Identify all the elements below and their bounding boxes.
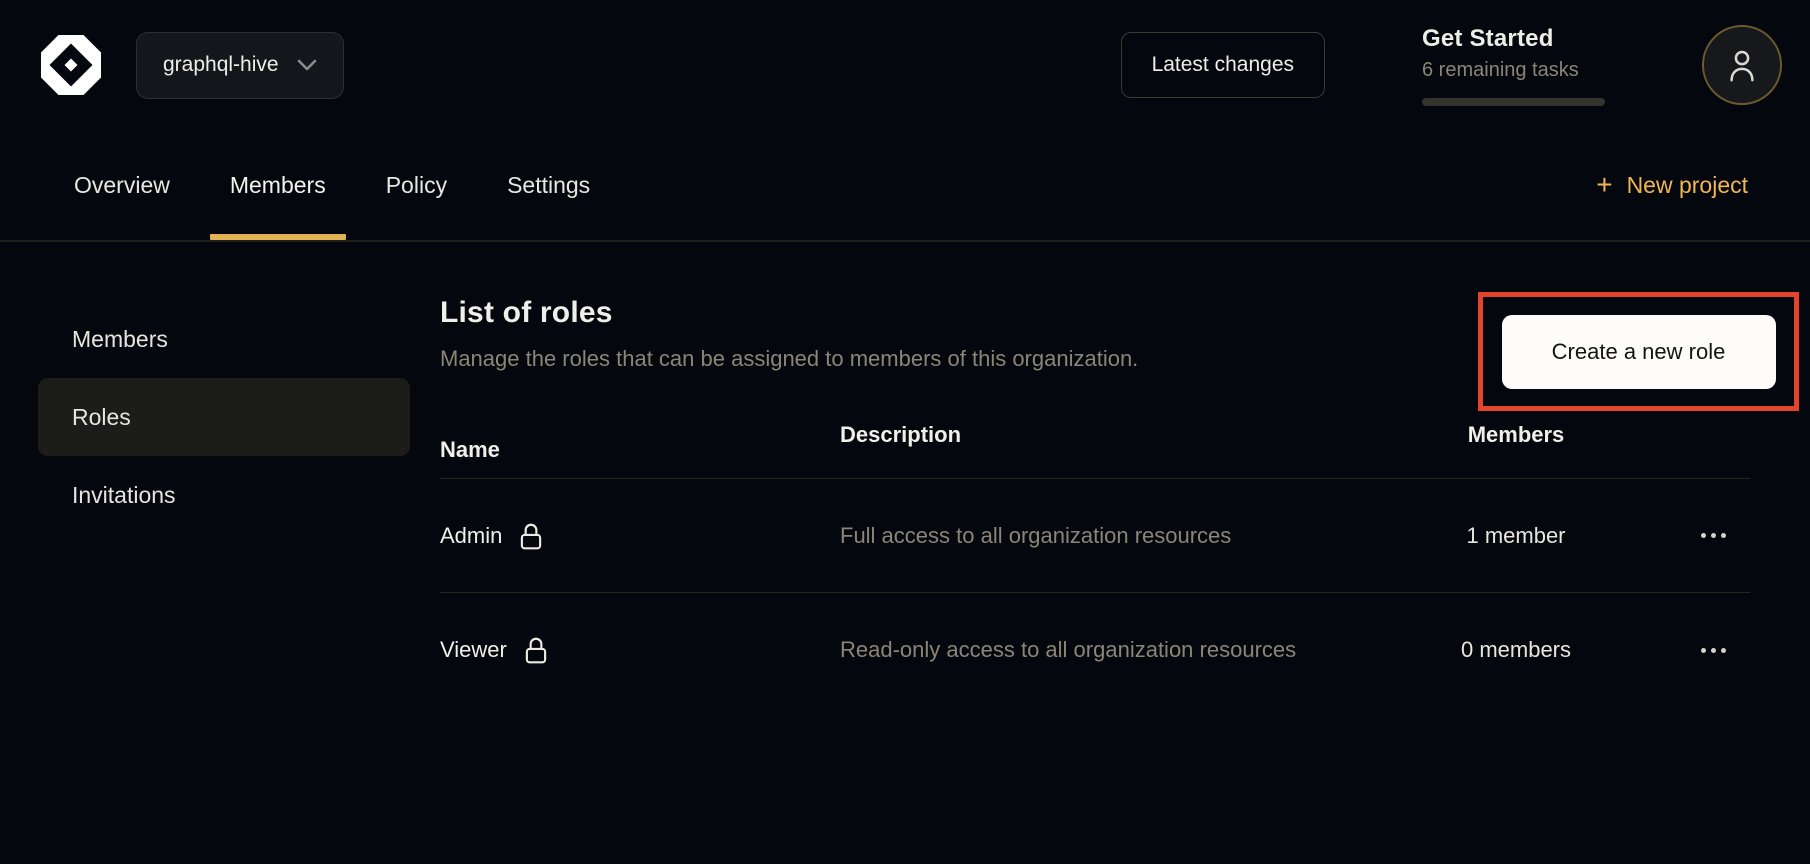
lock-icon bbox=[518, 521, 544, 551]
row-actions-ellipsis-icon[interactable] bbox=[1691, 523, 1736, 548]
create-new-role-button[interactable]: Create a new role bbox=[1502, 315, 1776, 389]
get-started-title: Get Started bbox=[1422, 25, 1607, 53]
tab-members[interactable]: Members bbox=[226, 130, 330, 240]
sidebar-item-members[interactable]: Members bbox=[38, 300, 410, 378]
sidebar-item-label: Roles bbox=[72, 404, 131, 431]
get-started-remaining-tasks: 6 remaining tasks bbox=[1422, 59, 1607, 82]
tab-policy[interactable]: Policy bbox=[382, 130, 451, 240]
table-header-row: Name Description Members bbox=[440, 422, 1750, 479]
role-members-cell: 0 members bbox=[1400, 637, 1632, 663]
get-started-progress-bar bbox=[1422, 98, 1605, 106]
app-root: graphql-hive Latest changes Get Started … bbox=[0, 0, 1810, 864]
role-description: Full access to all organization resource… bbox=[840, 517, 1330, 554]
content-area: Members Roles Invitations List of roles … bbox=[0, 242, 1810, 864]
column-header-actions bbox=[1632, 422, 1750, 478]
org-selector-label: graphql-hive bbox=[163, 53, 279, 77]
dot bbox=[1711, 648, 1716, 653]
role-description-cell: Full access to all organization resource… bbox=[840, 517, 1400, 554]
dot bbox=[1701, 533, 1706, 538]
column-header-members: Members bbox=[1400, 422, 1632, 478]
table-row-admin: Admin Full access to all organization re… bbox=[440, 479, 1750, 593]
dot bbox=[1701, 648, 1706, 653]
role-description-cell: Read-only access to all organization res… bbox=[840, 631, 1400, 668]
role-description: Read-only access to all organization res… bbox=[840, 631, 1330, 668]
dot bbox=[1721, 648, 1726, 653]
hive-logo-icon[interactable] bbox=[38, 32, 104, 98]
dot bbox=[1721, 533, 1726, 538]
sidebar-item-label: Members bbox=[72, 326, 168, 353]
lock-icon bbox=[523, 635, 549, 665]
new-project-link[interactable]: + New project bbox=[1596, 130, 1748, 240]
tab-bar: Overview Members Policy Settings + New p… bbox=[0, 130, 1810, 242]
table-row-viewer: Viewer Read-only access to all organizat… bbox=[440, 593, 1750, 707]
latest-changes-button[interactable]: Latest changes bbox=[1121, 32, 1325, 98]
role-name: Admin bbox=[440, 523, 502, 549]
top-bar-right: Latest changes Get Started 6 remaining t… bbox=[1121, 25, 1782, 106]
dot bbox=[1711, 533, 1716, 538]
role-actions-cell bbox=[1632, 523, 1750, 548]
get-started-widget[interactable]: Get Started 6 remaining tasks bbox=[1422, 25, 1607, 106]
tab-list: Overview Members Policy Settings bbox=[70, 130, 594, 240]
role-actions-cell bbox=[1632, 638, 1750, 663]
role-name-cell: Viewer bbox=[440, 635, 840, 665]
avatar-button[interactable] bbox=[1702, 25, 1782, 105]
sidebar-item-invitations[interactable]: Invitations bbox=[38, 456, 410, 534]
org-selector-button[interactable]: graphql-hive bbox=[136, 32, 344, 99]
sidebar: Members Roles Invitations bbox=[0, 242, 440, 864]
column-header-description: Description bbox=[840, 422, 1400, 478]
role-name: Viewer bbox=[440, 637, 507, 663]
sidebar-item-roles[interactable]: Roles bbox=[38, 378, 410, 456]
sidebar-item-label: Invitations bbox=[72, 482, 176, 509]
person-icon bbox=[1725, 47, 1759, 83]
row-actions-ellipsis-icon[interactable] bbox=[1691, 638, 1736, 663]
new-project-label: New project bbox=[1627, 172, 1748, 199]
chevron-down-icon bbox=[297, 59, 317, 71]
top-bar-left: graphql-hive bbox=[38, 32, 344, 99]
role-name-cell: Admin bbox=[440, 521, 840, 551]
tab-settings[interactable]: Settings bbox=[503, 130, 594, 240]
top-bar: graphql-hive Latest changes Get Started … bbox=[0, 0, 1810, 130]
plus-icon: + bbox=[1596, 171, 1612, 199]
role-members-cell: 1 member bbox=[1400, 523, 1632, 549]
roles-table: Name Description Members Admin Full a bbox=[440, 422, 1750, 707]
column-header-name: Name bbox=[440, 422, 840, 478]
tab-overview[interactable]: Overview bbox=[70, 130, 174, 240]
annotation-highlight-box: Create a new role bbox=[1478, 292, 1799, 411]
